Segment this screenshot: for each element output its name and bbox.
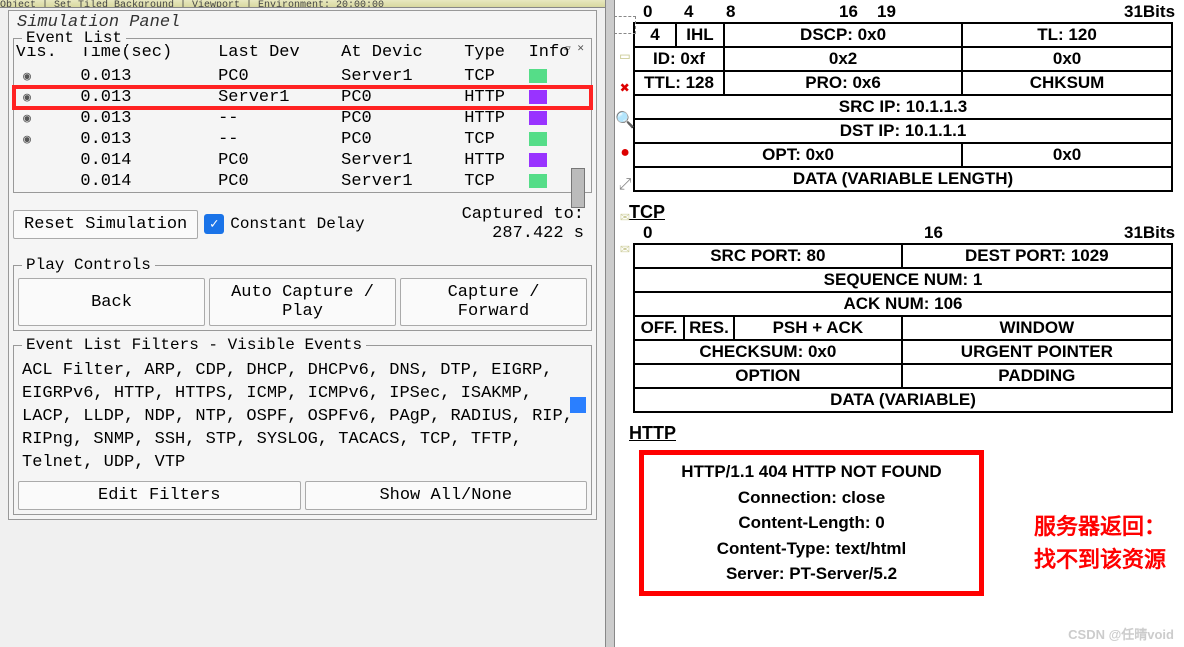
bit-label: 0 [643, 2, 652, 22]
color-swatch [529, 69, 547, 83]
table-row[interactable]: 0.014PC0Server1HTTP [14, 150, 591, 171]
reset-simulation-button[interactable]: Reset Simulation [13, 210, 198, 239]
color-swatch [529, 132, 547, 146]
bit-label: 16 [839, 2, 858, 22]
note-icon[interactable]: ▭ [614, 48, 636, 66]
bit-label: 31Bits [1124, 223, 1175, 243]
table-row[interactable]: ◉0.013PC0Server1TCP [14, 66, 591, 87]
http-response-box: HTTP/1.1 404 HTTP NOT FOUNDConnection: c… [639, 450, 984, 596]
bit-label: 19 [877, 2, 896, 22]
filters-box: Event List Filters - Visible Events ACL … [13, 345, 592, 515]
show-all-none-button[interactable]: Show All/None [305, 481, 588, 510]
table-row[interactable]: ◉0.013--PC0HTTP [14, 108, 591, 129]
http-line: HTTP/1.1 404 HTTP NOT FOUND [644, 459, 979, 485]
eye-icon: ◉ [16, 90, 38, 105]
simulation-panel: Simulation Panel ▱ ✕ Event List Vis.Time… [8, 10, 597, 520]
top-menu-strip: Object | Set Tiled Background | Viewport… [0, 0, 605, 8]
bit-label: 31Bits [1124, 2, 1175, 22]
capture-forward-button[interactable]: Capture / Forward [400, 278, 587, 326]
color-swatch [529, 90, 547, 104]
http-line: Content-Type: text/html [644, 536, 979, 562]
color-swatch [529, 174, 547, 188]
annotation-text: 服务器返回：找不到该资源 [1034, 510, 1166, 576]
watermark: CSDN @任晴void [1068, 624, 1174, 643]
captured-to-label: Captured to: [462, 205, 584, 224]
tcp-header-table: SRC PORT: 80DEST PORT: 1029 SEQUENCE NUM… [633, 243, 1173, 413]
event-list-legend: Event List [22, 29, 126, 47]
constant-delay-checkbox[interactable]: ✓ [204, 214, 224, 234]
table-row[interactable]: ◉0.013--PC0TCP [14, 129, 591, 150]
col-header: Type [462, 39, 526, 66]
bit-label: 4 [684, 2, 693, 22]
event-list-box: Event List Vis.Time(sec)Last DevAt Devic… [13, 38, 592, 193]
delete-icon[interactable]: ✖ [614, 80, 636, 98]
resize-icon[interactable]: ⤢ [614, 176, 636, 194]
edit-filters-button[interactable]: Edit Filters [18, 481, 301, 510]
inspect-icon[interactable]: 🔍 [614, 112, 636, 130]
side-toolbar: ▭ ✖ 🔍 ● ⤢ ✉ ✉ [610, 16, 640, 258]
color-swatch [529, 111, 547, 125]
col-header: Info [527, 39, 591, 66]
event-table: Vis.Time(sec)Last DevAt DevicTypeInfo ◉0… [14, 39, 591, 192]
table-row[interactable]: 0.014PC0Server1TCP [14, 171, 591, 192]
eye-icon: ◉ [16, 111, 38, 126]
auto-capture-button[interactable]: Auto Capture / Play [209, 278, 396, 326]
filters-text: ACL Filter, ARP, CDP, DHCP, DHCPv6, DNS,… [18, 358, 587, 477]
filters-legend: Event List Filters - Visible Events [22, 336, 366, 354]
play-controls-box: Play Controls Back Auto Capture / Play C… [13, 265, 592, 331]
eye-icon: ◉ [16, 132, 38, 147]
play-controls-legend: Play Controls [22, 256, 155, 274]
http-line: Server: PT-Server/5.2 [644, 561, 979, 587]
back-button[interactable]: Back [18, 278, 205, 326]
http-line: Content-Length: 0 [644, 510, 979, 536]
captured-to-value: 287.422 s [462, 224, 584, 243]
bit-label: 16 [924, 223, 943, 243]
constant-delay-label: Constant Delay [230, 215, 364, 233]
http-line: Connection: close [644, 485, 979, 511]
table-row[interactable]: ◉0.013Server1PC0HTTP [14, 87, 591, 108]
http-label: HTTP [629, 423, 1174, 444]
col-header: At Devic [339, 39, 462, 66]
ip-header-table: 4IHLDSCP: 0x0TL: 120 ID: 0xf0x20x0 TTL: … [633, 22, 1173, 192]
bit-label: 0 [643, 223, 652, 243]
bit-label: 8 [726, 2, 735, 22]
eye-icon: ◉ [16, 69, 38, 84]
col-header: Last Dev [216, 39, 339, 66]
color-swatch [529, 153, 547, 167]
record-icon[interactable]: ● [614, 144, 636, 162]
tcp-label: TCP [629, 202, 1174, 223]
